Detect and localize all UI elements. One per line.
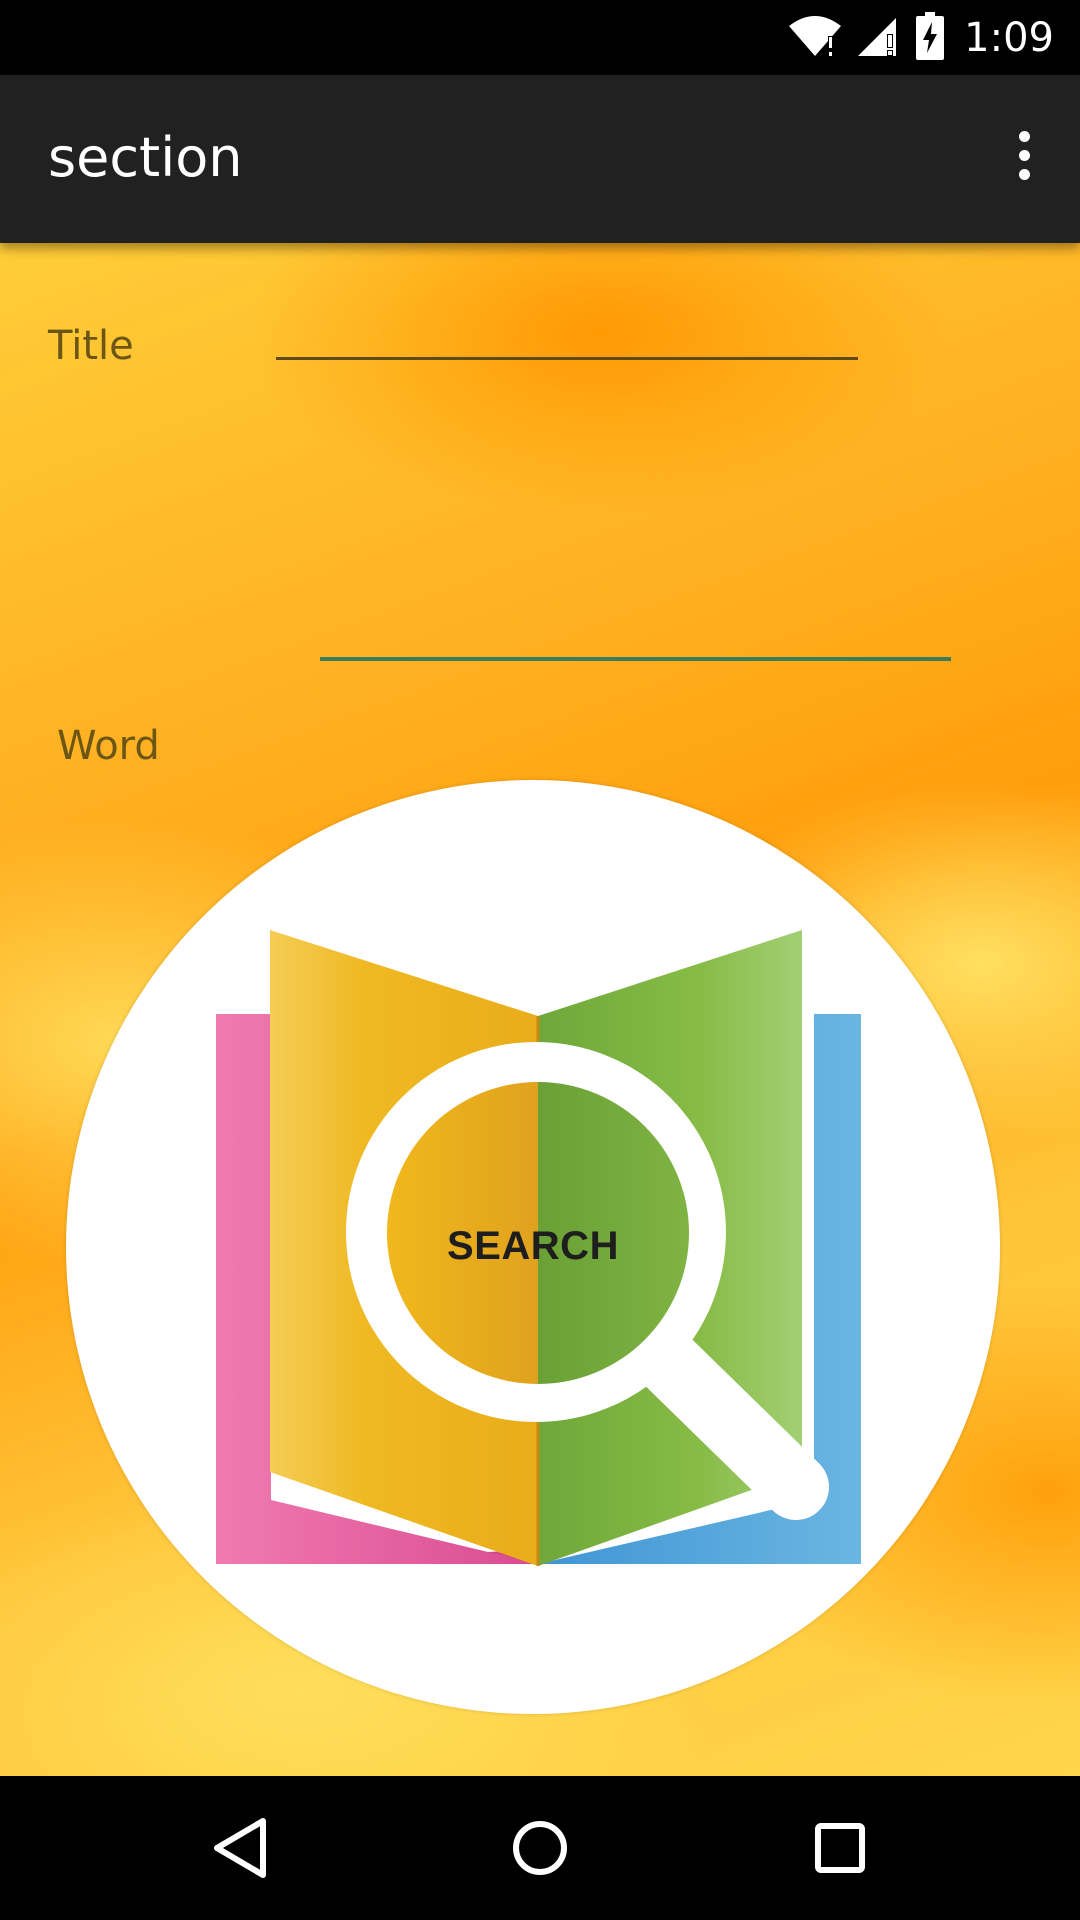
title-label: Title xyxy=(48,323,134,369)
app-title: section xyxy=(48,126,243,189)
back-icon xyxy=(214,1818,266,1878)
search-button[interactable]: SEARCH xyxy=(66,780,1000,1714)
recents-icon xyxy=(815,1823,865,1873)
status-bar: 1:09 xyxy=(0,0,1080,75)
app-bar: section xyxy=(0,75,1080,243)
word-input[interactable] xyxy=(320,591,951,661)
wifi-icon xyxy=(788,14,842,62)
main-content: Title Word SEARCH xyxy=(0,243,1080,1776)
battery-charging-icon xyxy=(916,11,945,64)
status-time: 1:09 xyxy=(964,14,1054,61)
home-button[interactable] xyxy=(460,1776,620,1920)
title-input[interactable] xyxy=(276,290,858,360)
menu-dot xyxy=(1018,168,1030,180)
search-label: SEARCH xyxy=(447,1224,619,1268)
word-label: Word xyxy=(57,723,160,769)
more-vert-icon[interactable] xyxy=(994,123,1054,187)
status-icons: 1:09 xyxy=(788,0,1054,75)
back-button[interactable] xyxy=(161,1776,321,1920)
nav-bar xyxy=(0,1776,1080,1920)
cell-signal-icon xyxy=(856,14,902,62)
menu-dot xyxy=(1018,130,1030,142)
home-icon xyxy=(513,1821,567,1875)
recents-button[interactable] xyxy=(760,1776,920,1920)
menu-dot xyxy=(1018,149,1030,161)
